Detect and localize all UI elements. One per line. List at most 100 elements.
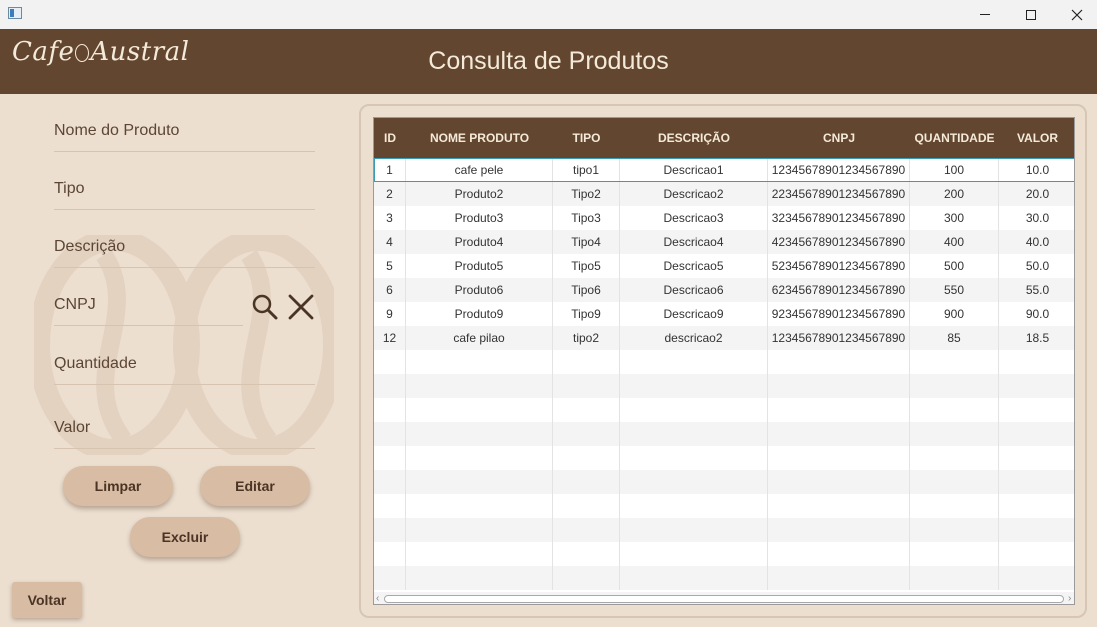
table-cell: 6 [374, 278, 406, 302]
table-cell [553, 518, 620, 542]
scrollbar-thumb[interactable] [384, 595, 1064, 603]
quantity-field[interactable]: Quantidade [54, 355, 315, 385]
table-row[interactable]: 12 cafe pilao tipo2 descricao2 1234567890123… [374, 326, 1074, 350]
empty-table-row[interactable] [374, 422, 1074, 446]
window-close-button[interactable] [1054, 0, 1097, 29]
table-cell: Tipo2 [553, 182, 620, 206]
table-cell [553, 566, 620, 590]
column-header-quantity[interactable]: QUANTIDADE [910, 118, 999, 158]
table-cell: 42345678901234567890 [768, 230, 910, 254]
maximize-icon [1026, 9, 1036, 20]
table-row[interactable]: 1 cafe pele tipo1 Descricao1 123456789012345… [374, 158, 1074, 182]
column-header-name[interactable]: NOME PRODUTO [406, 118, 553, 158]
empty-table-row[interactable] [374, 494, 1074, 518]
table-cell [374, 398, 406, 422]
table-row[interactable]: 5 Produto5 Tipo5 Descricao5 5234567890123456… [374, 254, 1074, 278]
table-cell: 2 [374, 182, 406, 206]
column-header-id[interactable]: ID [374, 118, 406, 158]
table-cell [406, 470, 553, 494]
column-header-type[interactable]: TIPO [553, 118, 620, 158]
empty-table-row[interactable] [374, 374, 1074, 398]
table-cell [910, 518, 999, 542]
table-cell [910, 494, 999, 518]
empty-table-row[interactable] [374, 350, 1074, 374]
table-row[interactable]: 3 Produto3 Tipo3 Descricao3 3234567890123456… [374, 206, 1074, 230]
table-cell [910, 422, 999, 446]
table-cell [620, 350, 768, 374]
table-cell: 12 [374, 326, 406, 350]
products-table[interactable]: ID NOME PRODUTO TIPO DESCRIÇÃO CNPJ QUAN… [373, 117, 1075, 605]
cnpj-field[interactable]: CNPJ [54, 296, 243, 326]
table-cell [768, 374, 910, 398]
table-cell: Descricao2 [620, 182, 768, 206]
table-cell: tipo1 [553, 158, 620, 182]
empty-table-row[interactable] [374, 518, 1074, 542]
description-field[interactable]: Descrição [54, 238, 315, 268]
table-cell [374, 542, 406, 566]
table-cell: 9 [374, 302, 406, 326]
table-cell [374, 446, 406, 470]
table-cell: 85 [910, 326, 999, 350]
search-button[interactable] [250, 292, 280, 322]
table-cell: Produto3 [406, 206, 553, 230]
table-cell: 200 [910, 182, 999, 206]
table-cell: Descricao1 [620, 158, 768, 182]
table-cell: 22345678901234567890 [768, 182, 910, 206]
table-cell [553, 470, 620, 494]
table-cell: Tipo6 [553, 278, 620, 302]
table-cell [374, 422, 406, 446]
table-cell [406, 350, 553, 374]
table-cell: Tipo3 [553, 206, 620, 230]
table-cell: Tipo4 [553, 230, 620, 254]
close-icon [288, 294, 314, 320]
table-cell: Produto5 [406, 254, 553, 278]
table-cell: 32345678901234567890 [768, 206, 910, 230]
edit-button[interactable]: Editar [200, 466, 310, 506]
table-cell: 5 [374, 254, 406, 278]
product-name-field[interactable]: Nome do Produto [54, 122, 315, 152]
table-cell: 20.0 [1025, 187, 1050, 201]
table-row[interactable]: 2 Produto2 Tipo2 Descricao2 2234567890123456… [374, 182, 1074, 206]
table-cell [999, 446, 1074, 470]
table-cell: 18.5 [1025, 331, 1050, 345]
table-cell: Descricao5 [620, 254, 768, 278]
table-cell: 100 [910, 158, 999, 182]
minimize-button[interactable] [962, 0, 1008, 29]
type-placeholder: Tipo [54, 180, 85, 197]
scroll-right-icon[interactable]: › [1068, 593, 1071, 604]
column-header-description[interactable]: DESCRIÇÃO [620, 118, 768, 158]
table-cell [553, 542, 620, 566]
table-cell: Tipo5 [553, 254, 620, 278]
table-cell: 90.0 [1025, 307, 1050, 321]
horizontal-scrollbar[interactable]: ‹ › [374, 592, 1074, 604]
clear-search-button[interactable] [286, 292, 316, 322]
product-name-placeholder: Nome do Produto [54, 122, 180, 139]
table-cell [374, 566, 406, 590]
table-cell: Produto6 [406, 278, 553, 302]
column-header-cnpj[interactable]: CNPJ [768, 118, 910, 158]
type-field[interactable]: Tipo [54, 180, 315, 210]
column-header-value[interactable]: VALOR [999, 118, 1074, 158]
table-row[interactable]: 6 Produto6 Tipo6 Descricao6 6234567890123456… [374, 278, 1074, 302]
value-field[interactable]: Valor [54, 419, 315, 449]
table-row[interactable]: 9 Produto9 Tipo9 Descricao9 9234567890123456… [374, 302, 1074, 326]
maximize-button[interactable] [1008, 0, 1054, 29]
empty-table-row[interactable] [374, 542, 1074, 566]
delete-button[interactable]: Excluir [130, 517, 240, 557]
table-cell [910, 542, 999, 566]
table-cell [910, 398, 999, 422]
table-cell: cafe pilao [406, 326, 553, 350]
scroll-left-icon[interactable]: ‹ [376, 593, 379, 604]
app-header: Cafe Austral Consulta de Produtos [0, 29, 1097, 94]
empty-table-row[interactable] [374, 566, 1074, 590]
clear-button[interactable]: Limpar [63, 466, 173, 506]
empty-table-row[interactable] [374, 470, 1074, 494]
table-cell [999, 350, 1074, 374]
back-button[interactable]: Voltar [12, 582, 82, 618]
table-cell: Tipo9 [553, 302, 620, 326]
table-cell [620, 518, 768, 542]
empty-table-row[interactable] [374, 398, 1074, 422]
table-row[interactable]: 4 Produto4 Tipo4 Descricao4 4234567890123456… [374, 230, 1074, 254]
empty-table-row[interactable] [374, 446, 1074, 470]
table-cell [406, 542, 553, 566]
